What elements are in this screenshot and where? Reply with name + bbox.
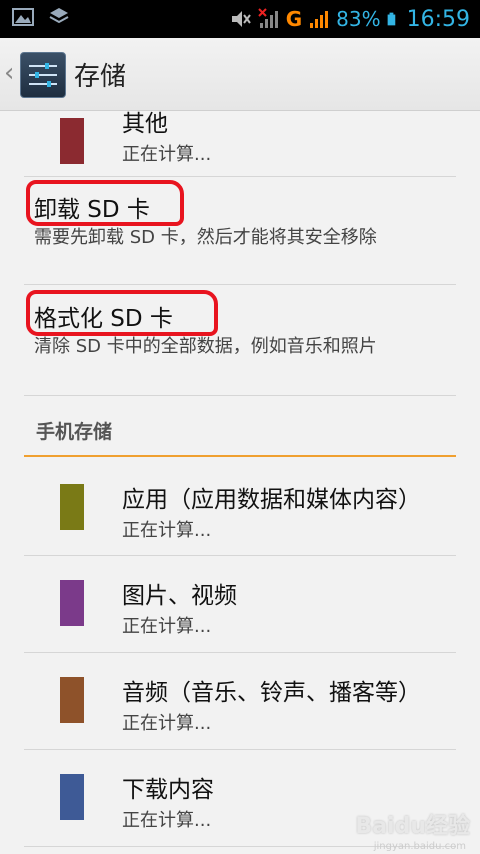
storage-list[interactable]: 其他 正在计算... 卸载 SD 卡 需要先卸载 SD 卡，然后才能将其安全移除… <box>0 110 480 854</box>
battery-percent: 83% <box>336 7 381 31</box>
item-status: 正在计算... <box>122 616 212 637</box>
item-title: 下载内容 <box>122 777 214 803</box>
mute-icon <box>231 11 251 27</box>
no-signal-icon <box>258 8 278 28</box>
item-title: 音频（音乐、铃声、播客等） <box>122 680 421 706</box>
watermark-url: jingyan.baidu.com <box>373 841 466 852</box>
list-item-pictures-videos[interactable]: 图片、视频 正在计算... <box>24 556 456 653</box>
status-bar: G 83% 16:59 <box>0 0 480 38</box>
settings-sliders-icon[interactable] <box>20 52 66 98</box>
color-swatch <box>60 484 84 530</box>
color-swatch <box>60 677 84 723</box>
back-chevron-icon[interactable]: ‹ <box>4 58 14 88</box>
color-swatch <box>60 580 84 626</box>
watermark-logo: Baidu经验 <box>355 814 470 839</box>
section-header-phone-storage: 手机存储 <box>36 421 113 443</box>
unmount-sd-desc: 需要先卸载 SD 卡，然后才能将其安全移除 <box>34 227 377 248</box>
red-highlight-annotation <box>26 290 218 336</box>
item-status: 正在计算... <box>122 520 212 541</box>
list-item-apps[interactable]: 应用（应用数据和媒体内容） 正在计算... <box>24 458 456 556</box>
clock: 16:59 <box>406 6 470 32</box>
section-divider <box>24 455 456 457</box>
action-bar: ‹ 存储 <box>0 38 480 111</box>
red-highlight-annotation <box>26 180 184 226</box>
battery-icon <box>387 12 395 26</box>
color-swatch <box>60 118 84 164</box>
format-sd-desc: 清除 SD 卡中的全部数据，例如音乐和照片 <box>34 336 377 357</box>
list-item-other[interactable]: 其他 正在计算... <box>24 110 456 177</box>
item-status: 正在计算... <box>122 713 212 734</box>
item-title: 应用（应用数据和媒体内容） <box>122 487 421 513</box>
item-title: 图片、视频 <box>122 583 237 609</box>
usb-layers-icon <box>49 8 69 24</box>
item-title: 其他 <box>122 111 168 137</box>
page-title: 存储 <box>74 62 127 92</box>
signal-strength-icon <box>310 11 329 28</box>
item-status: 正在计算... <box>122 144 212 165</box>
list-item-audio[interactable]: 音频（音乐、铃声、播客等） 正在计算... <box>24 653 456 750</box>
network-type-label: G <box>285 7 303 31</box>
item-status: 正在计算... <box>122 810 212 831</box>
gallery-icon <box>12 8 34 26</box>
color-swatch <box>60 774 84 820</box>
